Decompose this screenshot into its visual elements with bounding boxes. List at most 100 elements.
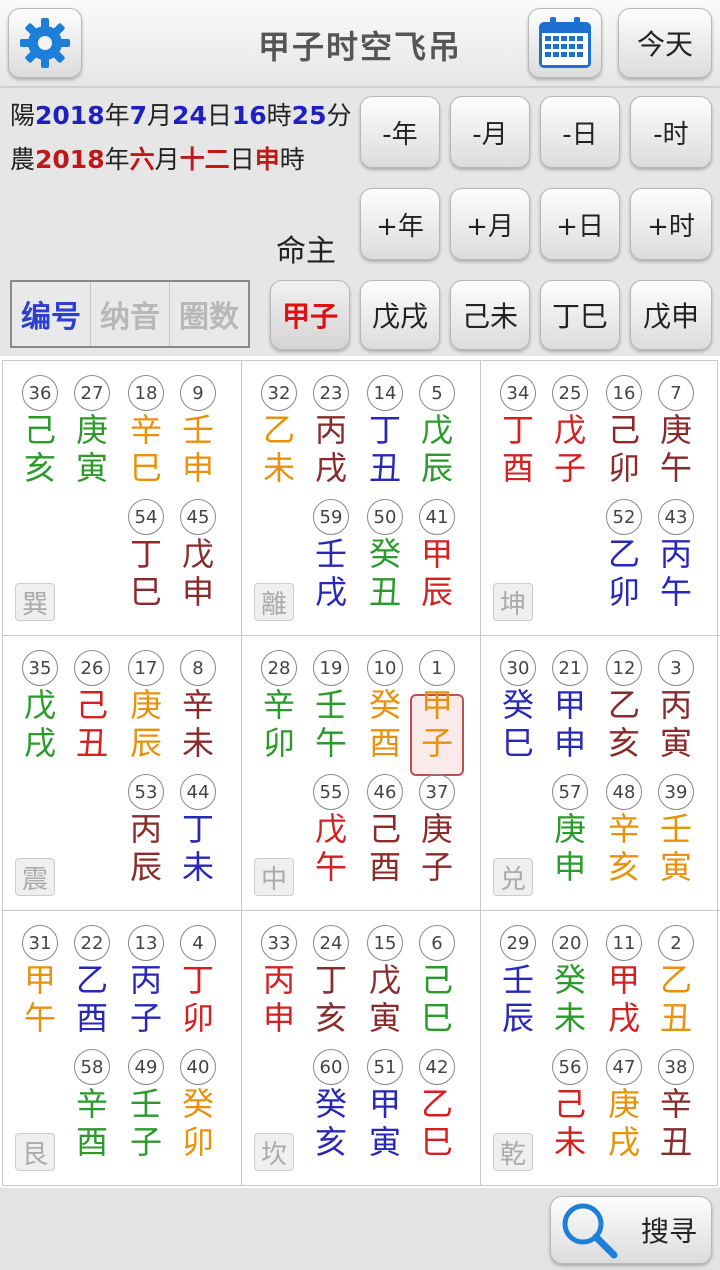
ganzhi-cell[interactable]: 3丙寅 (649, 650, 703, 762)
ganzhi-cell[interactable]: 43 丙午 (649, 499, 703, 611)
ganzhi-cell[interactable]: 33 丙申 (252, 925, 306, 1037)
ganzhi-cell[interactable]: 24 丁亥 (304, 925, 358, 1037)
earthly-branch: 酉 (501, 449, 534, 487)
heavenly-stem: 辛 (129, 411, 162, 449)
ganzhi-button-wushen[interactable]: 戊申 (630, 280, 712, 350)
ganzhi-cell[interactable]: 10 癸酉 (358, 650, 412, 762)
minus-month-button[interactable]: -月 (450, 96, 530, 168)
today-button[interactable]: 今天 (618, 8, 712, 78)
ganzhi-cell[interactable]: 49 壬子 (119, 1049, 173, 1161)
cell-number: 26 (74, 650, 110, 686)
ganzhi-cell[interactable]: 5戊辰 (410, 375, 464, 487)
settings-button[interactable] (8, 8, 82, 78)
ganzhi-cell[interactable]: 57 庚申 (543, 774, 597, 886)
heavenly-stem: 丙 (659, 535, 692, 573)
ganzhi-cell[interactable]: 50 癸丑 (358, 499, 412, 611)
ganzhi-cell[interactable]: 51 甲寅 (358, 1049, 412, 1161)
ganzhi-cell[interactable]: 39 壬寅 (649, 774, 703, 886)
ganzhi-cell[interactable]: 21 甲申 (543, 650, 597, 762)
ganzhi-cell[interactable]: 46 己酉 (358, 774, 412, 886)
ganzhi-cell[interactable]: 58 辛酉 (65, 1049, 119, 1161)
ganzhi-cell[interactable]: 18 辛巳 (119, 375, 173, 487)
plus-day-button[interactable]: +日 (540, 188, 620, 260)
cell-number: 9 (180, 375, 216, 411)
ganzhi-cell[interactable]: 35 戊戌 (13, 650, 67, 762)
ganzhi-cell[interactable]: 59 壬戌 (304, 499, 358, 611)
ganzhi-cell[interactable]: 23 丙戌 (304, 375, 358, 487)
heavenly-stem: 癸 (501, 686, 534, 724)
ganzhi-cell[interactable]: 52 乙卯 (597, 499, 651, 611)
ganzhi-button-wuxu[interactable]: 戊戌 (360, 280, 440, 350)
minus-hour-button[interactable]: -时 (630, 96, 712, 168)
earthly-branch: 亥 (23, 449, 56, 487)
ganzhi-cell[interactable]: 11 甲戌 (597, 925, 651, 1037)
ganzhi-cell[interactable]: 27 庚寅 (65, 375, 119, 487)
minus-day-button[interactable]: -日 (540, 96, 620, 168)
ganzhi-cell[interactable]: 7庚午 (649, 375, 703, 487)
top-bar: 甲子时空飞吊 今天 (0, 0, 720, 88)
earthly-branch: 申 (553, 724, 586, 762)
plus-month-button[interactable]: +月 (450, 188, 530, 260)
ganzhi-cell[interactable]: 42 乙巳 (410, 1049, 464, 1161)
ganzhi-button-jiazi[interactable]: 甲子 (270, 280, 350, 350)
ganzhi-cell[interactable]: 36 己亥 (13, 375, 67, 487)
tab-nayin[interactable]: 纳音 (91, 282, 170, 346)
earthly-branch: 未 (262, 449, 295, 487)
ganzhi-cell[interactable]: 22 乙酉 (65, 925, 119, 1037)
cell-number: 50 (367, 499, 403, 535)
heavenly-stem: 辛 (262, 686, 295, 724)
ganzhi-cell[interactable]: 44 丁未 (171, 774, 225, 886)
cell-number: 23 (313, 375, 349, 411)
search-button[interactable]: 搜寻 (550, 1196, 712, 1264)
ganzhi-cell[interactable]: 45 戊申 (171, 499, 225, 611)
ganzhi-cell[interactable]: 34 丁酉 (491, 375, 545, 487)
ganzhi-cell[interactable]: 19 壬午 (304, 650, 358, 762)
ganzhi-cell[interactable]: 8辛未 (171, 650, 225, 762)
earthly-branch: 申 (262, 999, 295, 1037)
ganzhi-cell[interactable]: 6己巳 (410, 925, 464, 1037)
ganzhi-cell[interactable]: 17 庚辰 (119, 650, 173, 762)
ganzhi-cell[interactable]: 20 癸未 (543, 925, 597, 1037)
ganzhi-cell[interactable]: 60 癸亥 (304, 1049, 358, 1161)
calendar-button[interactable] (528, 8, 602, 78)
ganzhi-cell[interactable]: 40 癸卯 (171, 1049, 225, 1161)
ganzhi-cell[interactable]: 12 乙亥 (597, 650, 651, 762)
plus-hour-button[interactable]: +时 (630, 188, 712, 260)
ganzhi-button-dingsi[interactable]: 丁巳 (540, 280, 620, 350)
ganzhi-cell[interactable]: 29 壬辰 (491, 925, 545, 1037)
ganzhi-cell[interactable]: 26 己丑 (65, 650, 119, 762)
ganzhi-cell[interactable]: 31 甲午 (13, 925, 67, 1037)
plus-year-button[interactable]: +年 (360, 188, 440, 260)
ganzhi-cell[interactable]: 54 丁巳 (119, 499, 173, 611)
ganzhi-cell[interactable]: 13 丙子 (119, 925, 173, 1037)
ganzhi-cell[interactable]: 28 辛卯 (252, 650, 306, 762)
ganzhi-cell[interactable]: 55 戊午 (304, 774, 358, 886)
ganzhi-cell[interactable]: 4丁卯 (171, 925, 225, 1037)
cell-number: 1 (419, 650, 455, 686)
ganzhi-cell[interactable]: 25 戊子 (543, 375, 597, 487)
nine-palace-grid: 36 己亥 27 庚寅 18 辛巳 9 壬申 54 丁巳 45 戊申巽 32 乙未 23 丙戌 14 丁丑 5 戊辰 5… (2, 360, 720, 1186)
heavenly-stem: 乙 (75, 961, 108, 999)
ganzhi-cell[interactable]: 2乙丑 (649, 925, 703, 1037)
cell-number: 6 (419, 925, 455, 961)
ganzhi-cell[interactable]: 37 庚子 (410, 774, 464, 886)
ganzhi-cell[interactable]: 30 癸巳 (491, 650, 545, 762)
calendar-icon (539, 17, 591, 68)
ganzhi-button-jiwei[interactable]: 己未 (450, 280, 530, 350)
ganzhi-cell[interactable]: 53 丙辰 (119, 774, 173, 886)
ganzhi-cell[interactable]: 38 辛丑 (649, 1049, 703, 1161)
ganzhi-cell[interactable]: 14 丁丑 (358, 375, 412, 487)
ganzhi-cell[interactable]: 15 戊寅 (358, 925, 412, 1037)
ganzhi-cell[interactable]: 32 乙未 (252, 375, 306, 487)
ganzhi-cell[interactable]: 1甲子 (410, 650, 464, 762)
ganzhi-cell[interactable]: 48 辛亥 (597, 774, 651, 886)
ganzhi-cell[interactable]: 56 己未 (543, 1049, 597, 1161)
tab-number[interactable]: 编号 (12, 282, 91, 346)
tab-circles[interactable]: 圈数 (170, 282, 248, 346)
heavenly-stem: 戊 (420, 411, 453, 449)
ganzhi-cell[interactable]: 47 庚戌 (597, 1049, 651, 1161)
minus-year-button[interactable]: -年 (360, 96, 440, 168)
ganzhi-cell[interactable]: 9壬申 (171, 375, 225, 487)
ganzhi-cell[interactable]: 16 己卯 (597, 375, 651, 487)
ganzhi-cell[interactable]: 41 甲辰 (410, 499, 464, 611)
